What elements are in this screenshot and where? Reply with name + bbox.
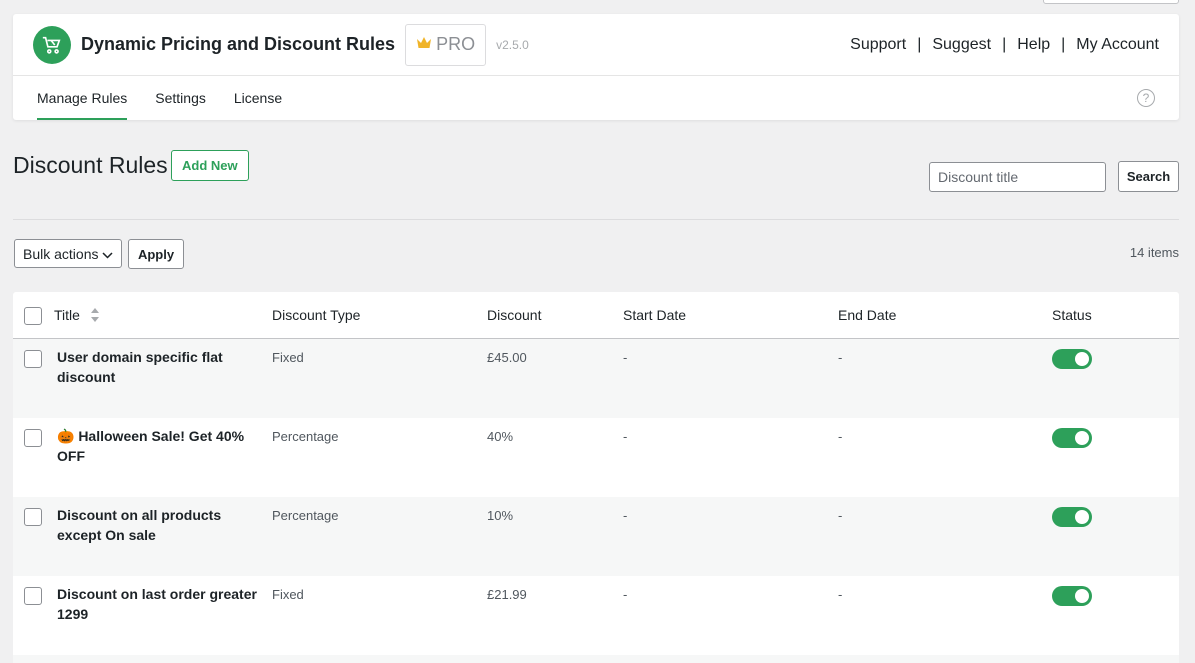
chevron-down-icon (102, 246, 113, 262)
link-separator: | (1061, 36, 1066, 53)
start-date: - (623, 350, 628, 365)
end-date: - (838, 587, 843, 602)
tab-license[interactable]: License (234, 76, 282, 120)
column-discount: Discount (487, 307, 542, 323)
my-account-link[interactable]: My Account (1076, 36, 1159, 54)
question-circle-icon[interactable]: ? (1137, 89, 1155, 107)
rule-title-link[interactable]: User domain specific flat discount (57, 348, 257, 387)
start-date: - (623, 587, 628, 602)
table-row: User domain specific flat discount Fixed… (13, 339, 1179, 418)
discount-type: Percentage (272, 429, 339, 444)
table-row: 🎃 Halloween Sale! Get 40% OFF Percentage… (13, 418, 1179, 497)
version-label: v2.5.0 (496, 37, 529, 52)
discount-value: £21.99 (487, 587, 527, 602)
header-top-bar: Dynamic Pricing and Discount Rules PRO v… (13, 14, 1179, 76)
discount-type: Fixed (272, 587, 304, 602)
plugin-header: Dynamic Pricing and Discount Rules PRO v… (13, 14, 1179, 120)
column-title-label: Title (54, 307, 80, 324)
row-checkbox[interactable] (24, 429, 42, 447)
tab-settings[interactable]: Settings (155, 76, 206, 120)
search-button[interactable]: Search (1118, 161, 1179, 192)
row-checkbox[interactable] (24, 587, 42, 605)
discount-value: 40% (487, 429, 514, 444)
end-date: - (838, 350, 843, 365)
link-separator: | (1002, 36, 1007, 53)
divider (13, 219, 1179, 220)
status-toggle[interactable] (1052, 349, 1092, 369)
column-title[interactable]: Title (54, 307, 100, 326)
bulk-actions-label: Bulk actions (23, 245, 99, 262)
column-status: Status (1052, 307, 1092, 323)
add-new-button[interactable]: Add New (171, 150, 249, 181)
rule-title-link[interactable]: 🎃 Halloween Sale! Get 40% OFF (57, 427, 257, 466)
table-row-partial (13, 655, 1179, 663)
status-toggle[interactable] (1052, 507, 1092, 527)
brand-title: Dynamic Pricing and Discount Rules (81, 34, 396, 54)
cart-discount-logo-icon (33, 25, 71, 64)
tab-manage-rules[interactable]: Manage Rules (37, 76, 128, 120)
status-toggle[interactable] (1052, 586, 1092, 606)
items-count: 14 items (1129, 245, 1179, 260)
rule-title-link[interactable]: Discount on all products except On sale (57, 506, 257, 545)
column-end-date: End Date (838, 307, 897, 323)
end-date: - (838, 429, 843, 444)
suggest-link[interactable]: Suggest (932, 36, 991, 54)
page-title: Discount Rules (13, 152, 168, 178)
apply-button[interactable]: Apply (128, 239, 184, 269)
top-partial-element (1043, 0, 1179, 4)
discount-type: Percentage (272, 508, 339, 523)
header-nav: Manage Rules Settings License ? (13, 76, 1179, 120)
table-row: Discount on last order greater 1299 Fixe… (13, 576, 1179, 655)
table-header: Title Discount Type Discount Start Date … (13, 292, 1179, 339)
header-links: Support | Suggest | Help | My Account (850, 14, 1159, 76)
discount-type: Fixed (272, 350, 304, 365)
crown-icon (416, 34, 432, 55)
rules-table: Title Discount Type Discount Start Date … (13, 292, 1179, 663)
search-input[interactable] (929, 162, 1106, 192)
column-start-date: Start Date (623, 307, 687, 323)
support-link[interactable]: Support (850, 36, 906, 54)
link-separator: | (917, 36, 922, 53)
pro-badge[interactable]: PRO (405, 23, 487, 66)
row-checkbox[interactable] (24, 508, 42, 526)
end-date: - (838, 508, 843, 523)
rule-title-link[interactable]: Discount on last order greater 1299 (57, 585, 257, 624)
bulk-actions-select[interactable]: Bulk actions (14, 239, 122, 268)
sort-arrows-icon[interactable] (90, 307, 100, 326)
row-checkbox[interactable] (24, 350, 42, 368)
status-toggle[interactable] (1052, 428, 1092, 448)
start-date: - (623, 508, 628, 523)
discount-value: £45.00 (487, 350, 527, 365)
pro-label: PRO (436, 34, 476, 54)
table-row: Discount on all products except On sale … (13, 497, 1179, 576)
select-all-checkbox[interactable] (24, 307, 42, 325)
discount-value: 10% (487, 508, 514, 523)
column-discount-type: Discount Type (272, 307, 361, 323)
help-link[interactable]: Help (1017, 36, 1050, 54)
start-date: - (623, 429, 628, 444)
